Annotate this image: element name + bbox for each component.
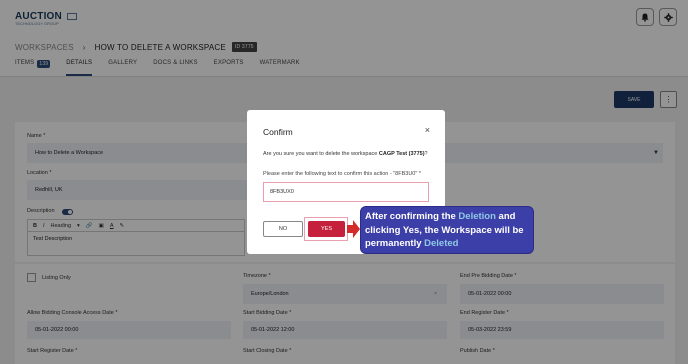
callout-text-1: After confirming the <box>365 211 459 222</box>
close-icon[interactable]: × <box>425 125 430 135</box>
question-prefix: Are you sure you want to delete the work… <box>263 151 379 157</box>
annotation-callout: After confirming the Deletion and clicki… <box>360 206 534 254</box>
callout-arrow-icon <box>347 220 360 238</box>
no-button[interactable]: NO <box>263 221 303 237</box>
dialog-question: Are you sure you want to delete the work… <box>263 150 433 158</box>
callout-highlight-deletion: Deletion <box>458 211 496 222</box>
yes-button[interactable]: YES <box>308 221 345 237</box>
confirm-text-input[interactable]: 8FB3UX0 <box>263 182 429 202</box>
confirm-hint: Please enter the following text to confi… <box>263 171 421 177</box>
callout-highlight-deleted: Deleted <box>424 238 459 249</box>
workspace-name: CAGP Test (3775) <box>378 151 425 157</box>
question-suffix: ? <box>424 151 428 157</box>
dialog-title: Confirm <box>263 127 293 137</box>
